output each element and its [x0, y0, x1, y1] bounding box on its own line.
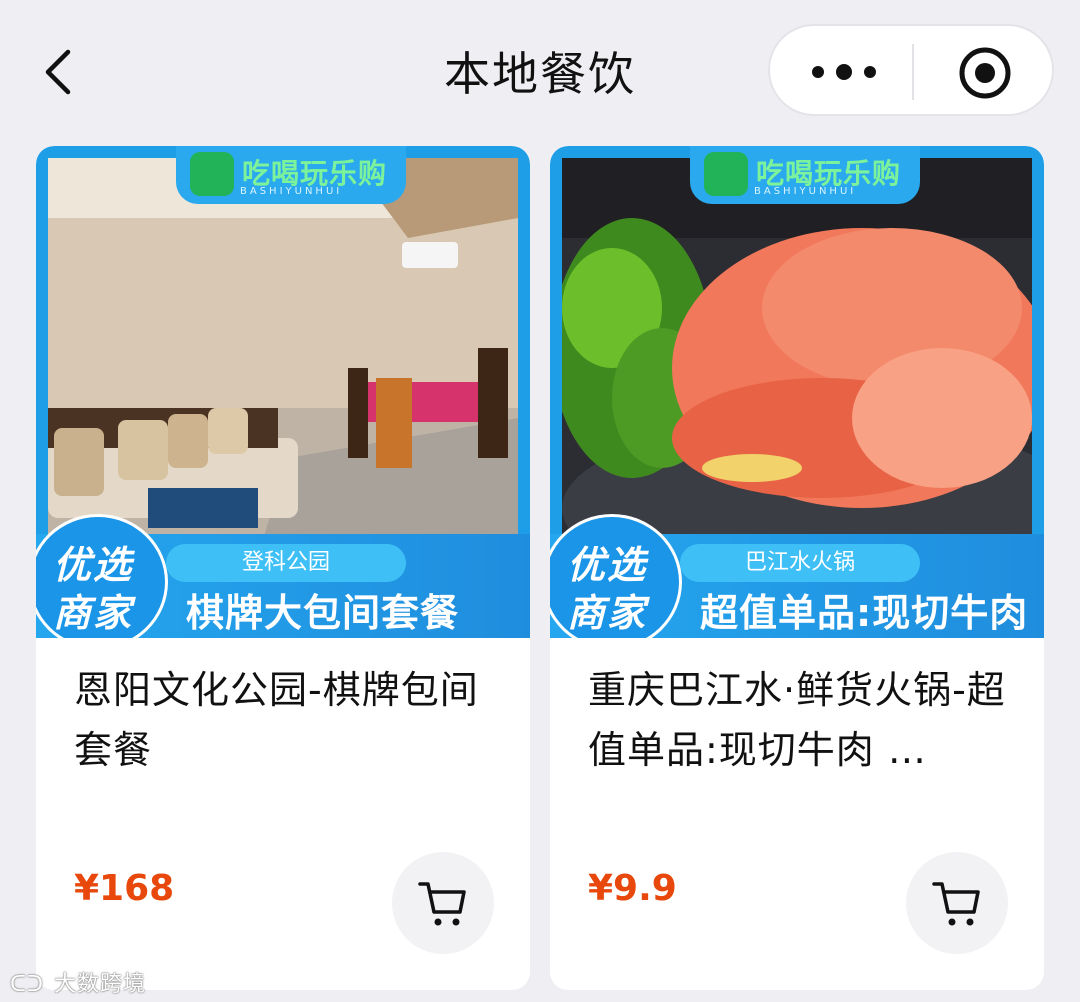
seal-text: 优选商家: [53, 543, 134, 635]
seal-text: 优选商家: [567, 543, 648, 635]
brand-logo-icon: [704, 152, 748, 196]
brand-badge: 吃喝玩乐购 BASHIYUNHUI: [176, 146, 406, 204]
more-button[interactable]: [804, 52, 884, 92]
offer-text: 超值单品:现切牛肉: [700, 591, 1029, 635]
product-image[interactable]: 吃喝玩乐购 BASHIYUNHUI 优选商家 登科公园 棋牌大包间套餐: [36, 146, 530, 638]
location-pill: 登科公园: [166, 544, 406, 582]
cart-icon: [932, 882, 980, 926]
location-pill: 巴江水火锅: [680, 544, 920, 582]
offer-ribbon: 优选商家 巴江水火锅 超值单品:现切牛肉: [550, 514, 1044, 638]
brand-subtitle: BASHIYUNHUI: [754, 186, 857, 197]
watermark-logo-icon: ᑕᑐ: [10, 972, 45, 997]
product-price: ¥9.9: [588, 868, 677, 909]
brand-subtitle: BASHIYUNHUI: [240, 186, 343, 197]
add-to-cart-button[interactable]: [906, 852, 1008, 954]
capsule-divider: [912, 44, 914, 100]
offer-text: 棋牌大包间套餐: [186, 591, 460, 635]
product-image[interactable]: 吃喝玩乐购 BASHIYUNHUI 优选商家 巴江水火锅 超值单品:现切牛肉: [550, 146, 1044, 638]
product-card[interactable]: 吃喝玩乐购 BASHIYUNHUI 优选商家 巴江水火锅 超值单品:现切牛肉 重…: [550, 146, 1044, 990]
product-name: 重庆巴江水·鲜货火锅-超值单品:现切牛肉 …: [588, 668, 1006, 772]
add-to-cart-button[interactable]: [392, 852, 494, 954]
product-card[interactable]: 吃喝玩乐购 BASHIYUNHUI 优选商家 登科公园 棋牌大包间套餐 恩阳文化…: [36, 146, 530, 990]
watermark: ᑕᑐ 大数跨境: [10, 966, 146, 998]
product-price: ¥168: [74, 868, 175, 909]
target-icon: [959, 47, 1011, 99]
brand-badge: 吃喝玩乐购 BASHIYUNHUI: [690, 146, 920, 204]
close-button[interactable]: [958, 46, 1012, 100]
product-name: 恩阳文化公园-棋牌包间套餐: [74, 668, 479, 772]
offer-ribbon: 优选商家 登科公园 棋牌大包间套餐: [36, 514, 530, 638]
more-dots-icon: [812, 64, 876, 80]
mini-program-capsule: [768, 24, 1054, 116]
watermark-text: 大数跨境: [54, 972, 147, 997]
cart-icon: [418, 882, 466, 926]
brand-logo-icon: [190, 152, 234, 196]
